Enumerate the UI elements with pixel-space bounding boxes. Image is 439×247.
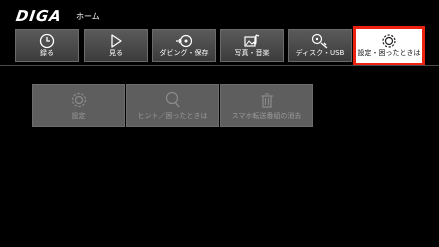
main-menu-tabs: 録る 見る ダビング・保存 写真・音楽 ディスク・USB 設定・困ったときは: [15, 26, 425, 66]
disc-usb-icon: [311, 33, 328, 49]
diga-logo: DIGA: [14, 7, 64, 25]
clock-icon: [39, 33, 55, 49]
gear-icon: [382, 34, 396, 48]
tab-settings[interactable]: 設定・困ったときは: [353, 26, 425, 66]
tab-watch[interactable]: 見る: [84, 29, 148, 62]
submenu-settings[interactable]: 設定: [32, 84, 125, 127]
tab-label: 写真・音楽: [234, 49, 270, 57]
tab-record[interactable]: 録る: [15, 29, 79, 62]
photo-music-icon: [244, 34, 260, 47]
tab-label: ダビング・保存: [159, 49, 209, 57]
play-icon: [111, 34, 122, 48]
dubbing-disc-icon: [176, 34, 193, 48]
submenu-label: ヒント／困ったときは: [137, 112, 208, 120]
tab-label: 見る: [109, 49, 123, 57]
tab-disc-usb[interactable]: ディスク・USB: [288, 29, 352, 62]
gear-icon: [71, 92, 86, 108]
submenu-label: スマホ転送番組の消去: [231, 112, 302, 120]
tab-label: 設定・困ったときは: [357, 49, 421, 57]
submenu-label: 設定: [71, 112, 86, 120]
tab-label: ディスク・USB: [295, 49, 345, 57]
tab-dubbing[interactable]: ダビング・保存: [152, 29, 216, 62]
submenu-erase-mobile[interactable]: スマホ転送番組の消去: [220, 84, 313, 127]
submenu-hints[interactable]: ヒント／困ったときは: [126, 84, 219, 127]
trash-icon: [260, 93, 273, 108]
magnifier-hint-icon: [165, 91, 180, 108]
tab-photo-music[interactable]: 写真・音楽: [220, 29, 284, 62]
divider: [0, 65, 439, 66]
tab-label: 録る: [40, 49, 54, 57]
page-title: ホーム: [76, 12, 100, 21]
